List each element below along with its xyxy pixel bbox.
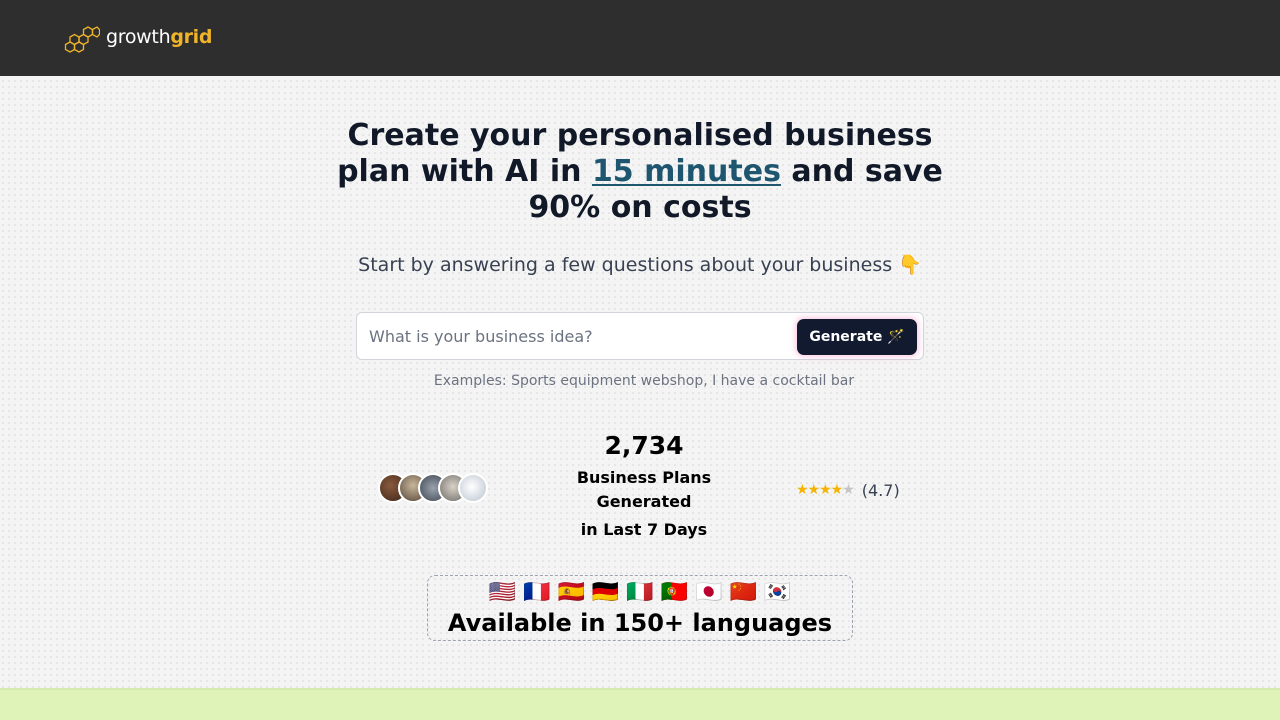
avatar	[458, 473, 488, 503]
rating: ★★★★★ (4.7)	[796, 480, 900, 500]
star-rating-icon: ★★★★★	[796, 482, 855, 498]
rating-value: (4.7)	[861, 480, 900, 500]
examples-hint: Examples: Sports equipment webshop, I ha…	[433, 373, 855, 389]
languages-badge: 🇺🇸 🇫🇷 🇪🇸 🇩🇪 🇮🇹 🇵🇹 🇯🇵 🇨🇳 🇰🇷 Available in …	[427, 575, 853, 641]
generate-button[interactable]: Generate 🪄	[797, 319, 917, 355]
hero-headline: Create your personalised business plan w…	[337, 118, 943, 225]
headline-highlight: 15 minutes	[591, 154, 781, 189]
plans-generated-stats: 2,734 Business Plans Generated in Last 7…	[564, 430, 724, 542]
flag-icons: 🇺🇸 🇫🇷 🇪🇸 🇩🇪 🇮🇹 🇵🇹 🇯🇵 🇨🇳 🇰🇷	[488, 580, 792, 605]
languages-text: Available in 150+ languages	[447, 609, 833, 637]
business-idea-input[interactable]	[358, 314, 788, 358]
plans-period: in Last 7 Days	[580, 520, 708, 539]
hero-subline: Start by answering a few questions about…	[358, 254, 922, 276]
plans-label: Business Plans Generated	[576, 468, 712, 511]
honeycomb-logo-icon	[64, 26, 100, 53]
user-avatars	[378, 473, 490, 503]
top-navigation-bar: growthgrid	[0, 0, 1280, 76]
brand-logo[interactable]: growthgrid	[62, 20, 213, 54]
business-idea-form: Generate 🪄	[356, 312, 924, 360]
brand-name: growthgrid	[106, 26, 213, 48]
next-section-strip	[0, 688, 1280, 720]
plans-count: 2,734	[604, 431, 684, 460]
